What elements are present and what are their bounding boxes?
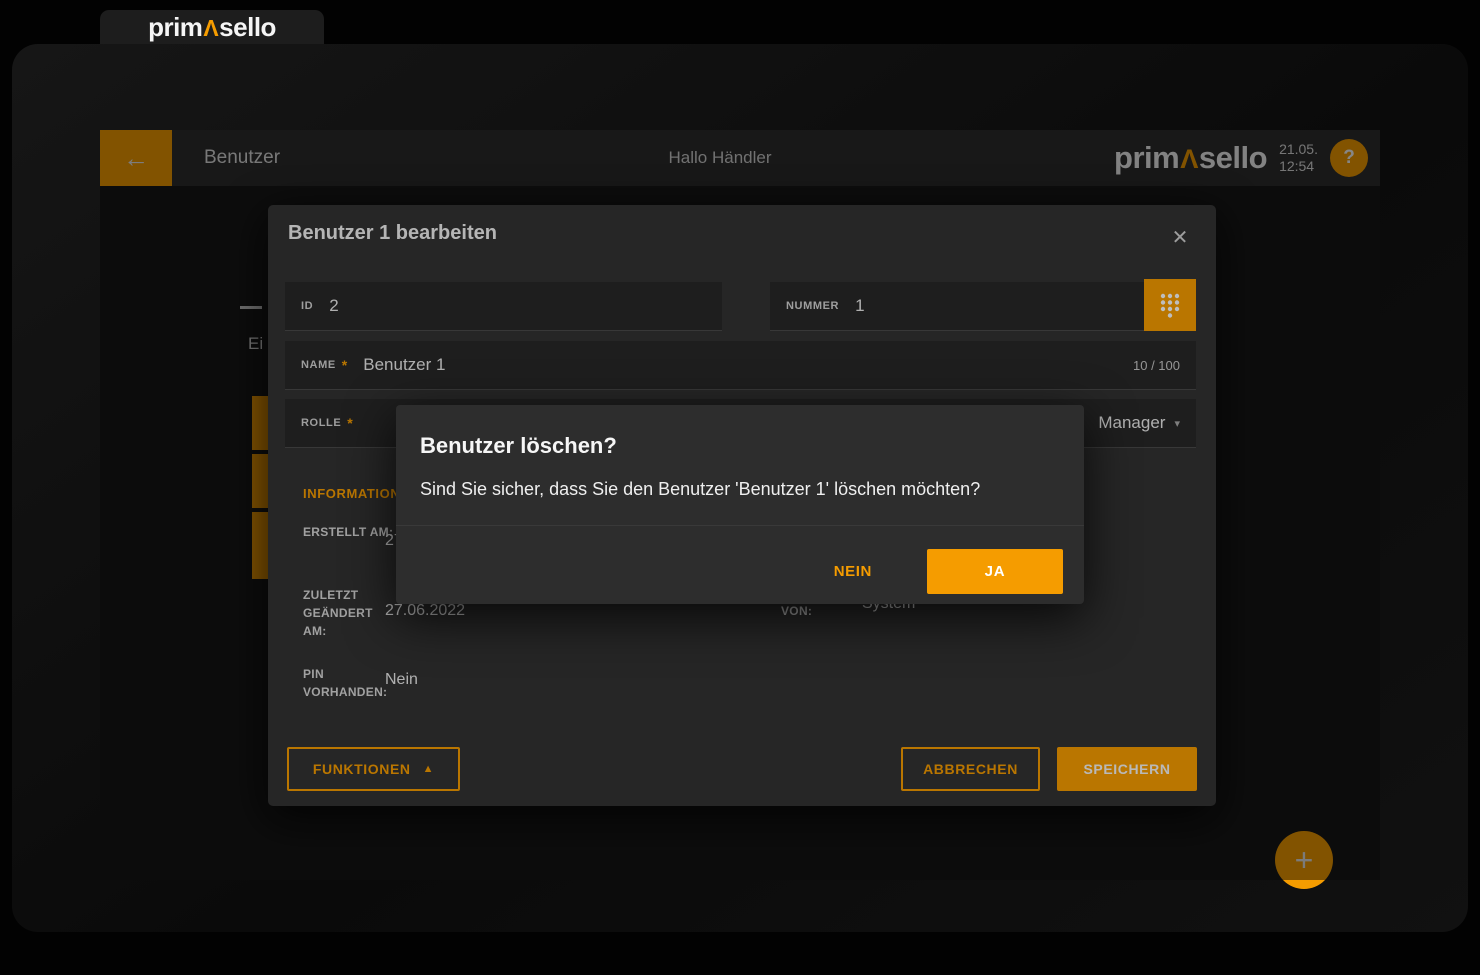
primasello-logo: primΛsello [148, 12, 276, 43]
screen: primΛsello ← Benutzer Hallo Händler prim… [0, 0, 1480, 975]
confirm-title: Benutzer löschen? [420, 433, 617, 459]
delete-confirm-dialog: Benutzer löschen? Sind Sie sicher, dass … [396, 405, 1084, 604]
confirm-message: Sind Sie sicher, dass Sie den Benutzer '… [420, 479, 980, 500]
ja-button[interactable]: JA [927, 549, 1063, 594]
browser-tab[interactable]: primΛsello [100, 10, 324, 44]
divider [396, 525, 1084, 526]
logo-caret-icon: Λ [202, 15, 219, 41]
nein-button[interactable]: NEIN [820, 553, 886, 590]
confirm-footer: NEIN JA [396, 549, 1084, 594]
logo-text-prefix: prim [148, 12, 202, 42]
logo-text-suffix: sello [219, 12, 276, 42]
